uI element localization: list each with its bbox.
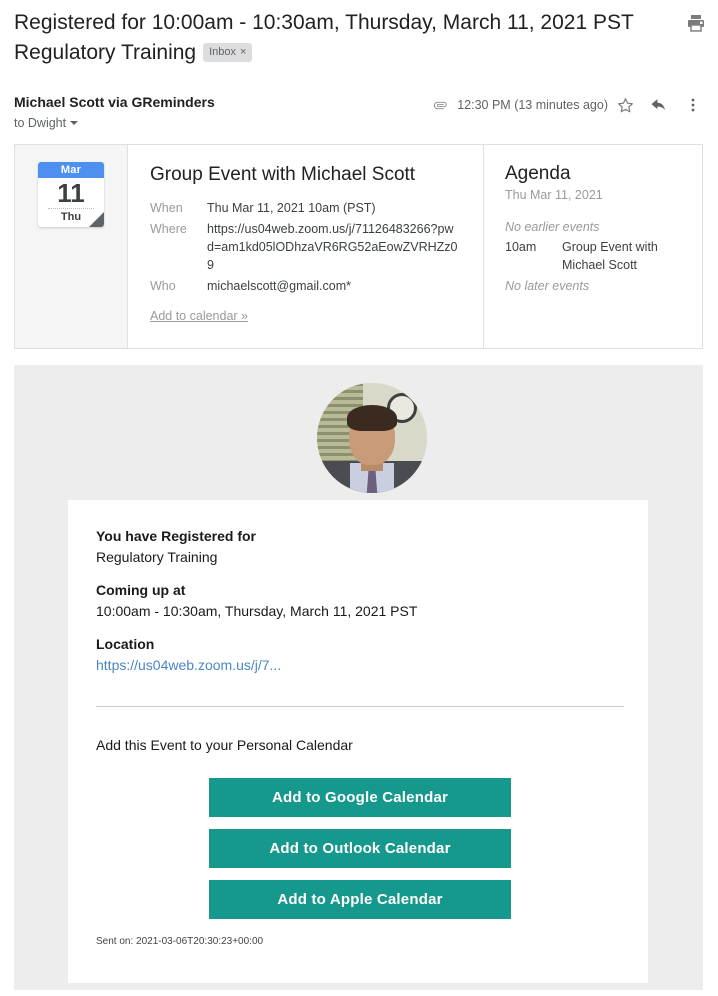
inbox-label-text: Inbox [209, 46, 237, 58]
event-detail-row: Where https://us04web.zoom.us/j/71126483… [150, 220, 467, 274]
calendar-date-chip: Mar 11 Thu [38, 162, 104, 227]
add-to-google-calendar-button[interactable]: Add to Google Calendar [209, 778, 511, 817]
detail-key-where: Where [150, 222, 187, 236]
chevron-down-icon[interactable] [70, 121, 79, 125]
divider [96, 706, 624, 707]
avatar-hair [347, 405, 397, 431]
star-button[interactable] [608, 90, 642, 120]
recipient-text: to Dwight [14, 116, 67, 130]
registered-value: Regulatory Training [96, 549, 218, 565]
message-timestamp: 12:30 PM (13 minutes ago) [457, 98, 608, 112]
reply-icon [651, 99, 665, 110]
event-details-column: Group Event with Michael Scott When Thu … [128, 145, 484, 348]
agenda-date: Thu Mar 11, 2021 [505, 188, 603, 202]
event-title: Group Event with Michael Scott [150, 164, 416, 185]
registered-heading: You have Registered for [96, 528, 257, 544]
more-vertical-icon [691, 98, 695, 112]
subject-header: Registered for 10:00am - 10:30am, Thursd… [14, 8, 710, 68]
inbox-label-chip[interactable]: Inbox × [203, 43, 253, 62]
coming-up-heading: Coming up at [96, 582, 186, 598]
print-button[interactable] [684, 11, 708, 35]
agenda-item: 10am Group Event with Michael Scott [505, 238, 688, 274]
recipient-line[interactable]: to Dwight [14, 114, 215, 132]
calendar-buttons-group: Add to Google Calendar Add to Outlook Ca… [96, 778, 624, 919]
more-options-button[interactable] [676, 90, 710, 120]
detail-key-who: Who [150, 279, 176, 293]
location-link[interactable]: https://us04web.zoom.us/j/7... [96, 657, 281, 673]
add-to-calendar-link[interactable]: Add to calendar » [150, 309, 248, 323]
sender-block: Michael Scott via GReminders to Dwight [14, 92, 215, 132]
event-date-column: Mar 11 Thu [15, 145, 128, 348]
agenda-spacer [505, 204, 688, 218]
attachment-indicator [432, 97, 449, 114]
paperclip-icon [434, 101, 447, 109]
agenda-title: Agenda [505, 163, 571, 184]
email-body-container: You have Registered for Regulatory Train… [14, 365, 703, 990]
add-to-outlook-calendar-button[interactable]: Add to Outlook Calendar [209, 829, 511, 868]
agenda-column: Agenda Thu Mar 11, 2021 No earlier event… [484, 145, 702, 348]
agenda-item-time: 10am [505, 240, 537, 254]
email-message-page: Registered for 10:00am - 10:30am, Thursd… [0, 0, 718, 996]
location-heading: Location [96, 636, 155, 652]
event-invite-card: Mar 11 Thu Group Event with Michael Scot… [14, 144, 703, 349]
reply-button[interactable] [642, 90, 676, 120]
sender-name[interactable]: Michael Scott via GReminders [14, 92, 215, 112]
detail-value-where: https://us04web.zoom.us/j/71126483266?pw… [207, 222, 458, 272]
agenda-no-later: No later events [505, 279, 590, 293]
page-title: Registered for 10:00am - 10:30am, Thursd… [14, 8, 662, 68]
coming-up-value: 10:00am - 10:30am, Thursday, March 11, 2… [96, 603, 418, 619]
event-detail-row: Who michaelscott@gmail.com* [150, 277, 467, 295]
remove-label-icon[interactable]: × [240, 46, 246, 58]
chip-month: Mar [38, 162, 104, 178]
avatar [317, 383, 427, 493]
subject-line-1: Registered for 10:00am - 10:30am, Thursd… [14, 11, 634, 34]
agenda-no-earlier: No earlier events [505, 220, 600, 234]
detail-value-when: Thu Mar 11, 2021 10am (PST) [207, 201, 376, 215]
detail-key-when: When [150, 201, 183, 215]
print-icon [688, 15, 704, 32]
subject-line-2: Regulatory Training [14, 41, 197, 64]
detail-value-who: michaelscott@gmail.com* [207, 279, 351, 293]
event-detail-row: When Thu Mar 11, 2021 10am (PST) [150, 199, 467, 217]
message-content-card: You have Registered for Regulatory Train… [68, 500, 648, 983]
star-icon [617, 97, 633, 112]
sent-on-timestamp: Sent on: 2021-03-06T20:30:23+00:00 [96, 936, 264, 947]
add-to-apple-calendar-button[interactable]: Add to Apple Calendar [209, 880, 511, 919]
page-fold-icon [89, 212, 104, 227]
agenda-item-title: Group Event with Michael Scott [562, 240, 658, 272]
chip-day: 11 [57, 178, 85, 208]
add-event-prompt: Add this Event to your Personal Calendar [96, 737, 353, 753]
message-toolbar: 12:30 PM (13 minutes ago) [432, 90, 710, 120]
